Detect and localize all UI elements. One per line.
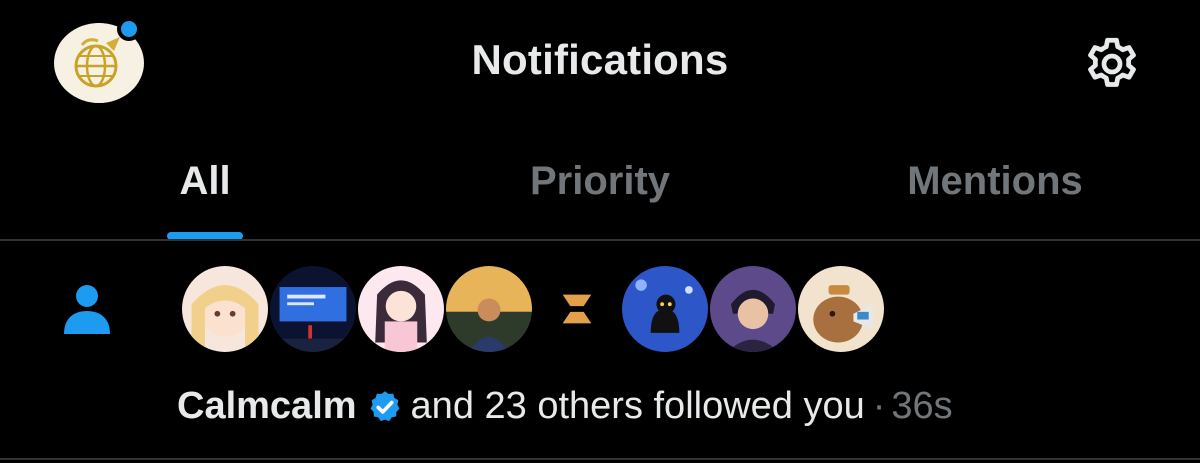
tab-all[interactable]: All	[120, 122, 290, 240]
tab-priority[interactable]: Priority	[470, 122, 730, 240]
user-name[interactable]: Calmcalm	[177, 385, 357, 428]
avatar[interactable]	[356, 264, 446, 354]
avatar[interactable]	[708, 264, 798, 354]
divider	[0, 458, 1200, 460]
avatar[interactable]	[180, 264, 270, 354]
header: Notifications	[0, 0, 1200, 122]
tab-bar: All Priority Mentions	[0, 122, 1200, 240]
person-icon	[64, 285, 110, 334]
settings-button[interactable]	[1082, 34, 1142, 94]
page-title: Notifications	[471, 36, 729, 83]
divider	[0, 239, 1200, 241]
avatar[interactable]	[796, 264, 886, 354]
timestamp: 36s	[891, 385, 953, 427]
avatar[interactable]	[268, 264, 358, 354]
notification-message[interactable]: Calmcalm and 23 others followed you · 36…	[177, 385, 953, 428]
verified-badge-icon	[370, 390, 399, 421]
avatar[interactable]	[444, 264, 534, 354]
separator-dot: ·	[872, 385, 886, 427]
avatar[interactable]	[532, 264, 622, 354]
gear-icon	[1088, 37, 1136, 87]
notification-type-icon	[60, 282, 114, 336]
avatar[interactable]	[620, 264, 710, 354]
tab-mentions[interactable]: Mentions	[880, 122, 1110, 240]
notification-body: and 23 others followed you	[410, 385, 865, 427]
